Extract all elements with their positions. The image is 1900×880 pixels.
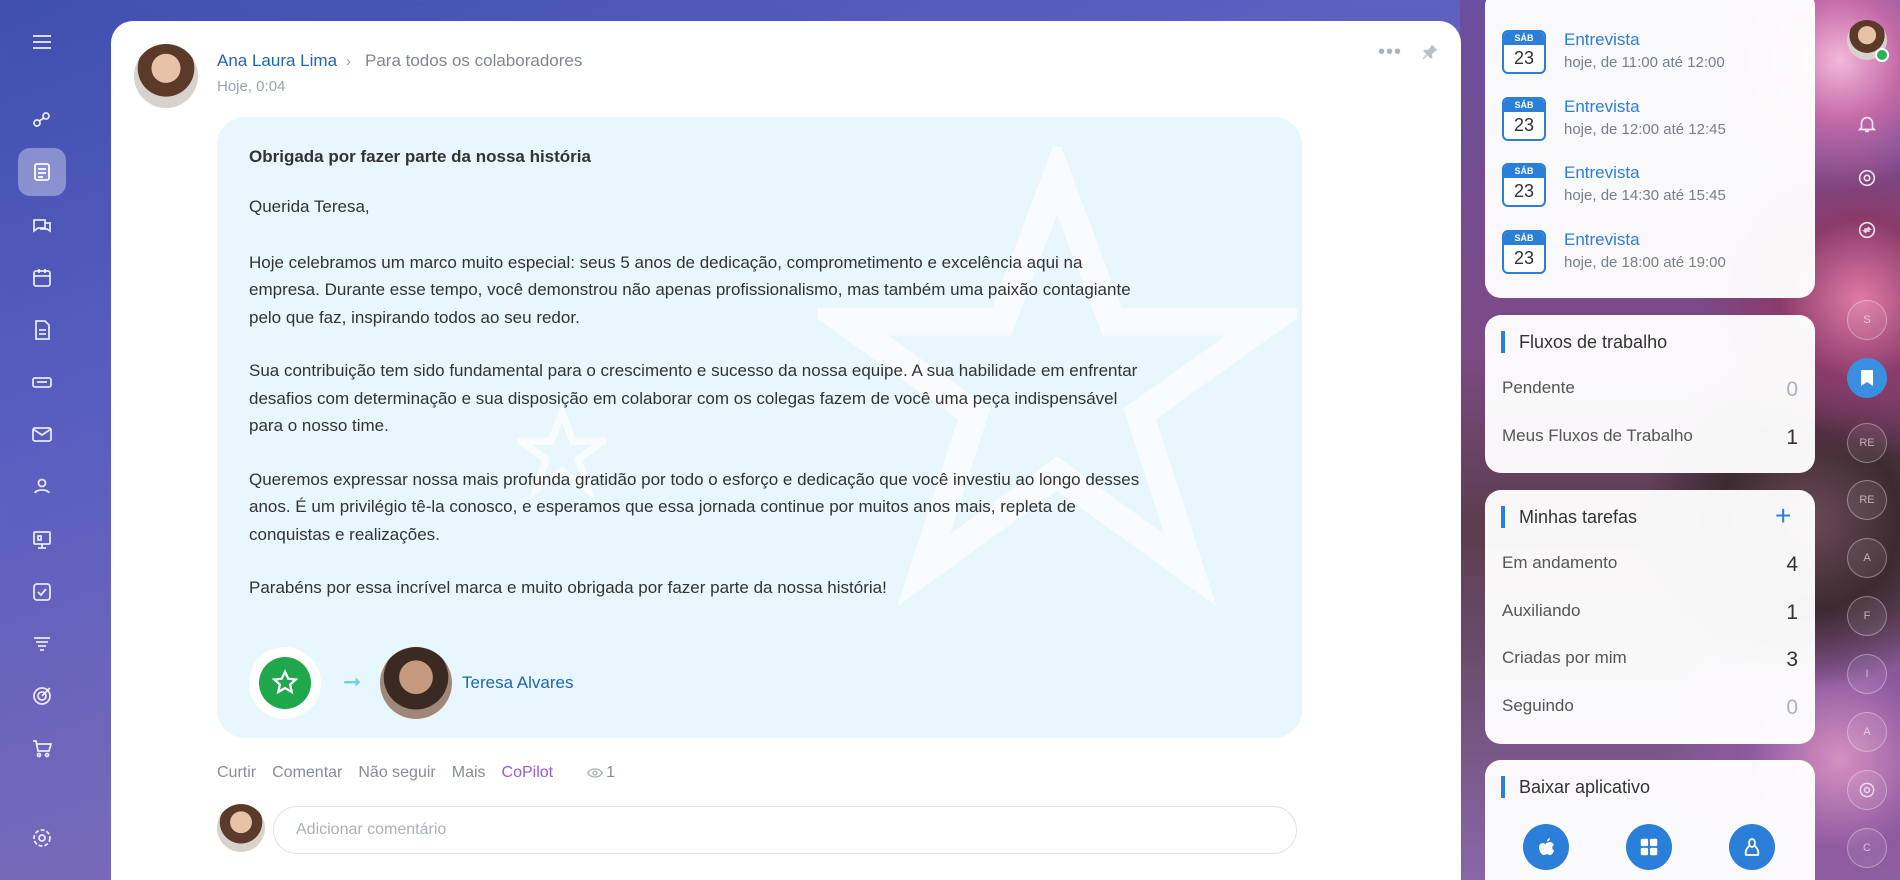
recent-chat[interactable]: I [1847, 654, 1887, 694]
recent-chat[interactable]: A [1847, 712, 1887, 752]
tasks-icon[interactable] [18, 568, 66, 616]
activity-icon[interactable] [1847, 158, 1887, 198]
message-paragraph: Parabéns por essa incrível marca e muito… [249, 578, 887, 597]
download-panel: Baixar aplicativo [1485, 760, 1815, 880]
event-time: hoje, de 11:00 até 12:00 [1564, 54, 1725, 71]
recent-chat[interactable]: A [1847, 538, 1887, 578]
filter-icon[interactable] [18, 620, 66, 668]
views-count: 1 [587, 764, 615, 782]
recent-chat[interactable]: F [1847, 596, 1887, 636]
comment-button[interactable]: Comentar [272, 764, 342, 782]
author-name[interactable]: Ana Laura Lima [217, 51, 337, 71]
tasks-panel: Minhas tarefas + Em andamento 4 Auxiliand… [1485, 490, 1815, 744]
task-row[interactable]: Criadas por mim 3 [1502, 648, 1798, 672]
online-status-icon [1875, 48, 1889, 62]
apple-icon[interactable] [1523, 824, 1569, 870]
sync-chat-icon[interactable] [1847, 210, 1887, 250]
task-row[interactable]: Auxiliando 1 [1502, 601, 1798, 625]
pin-icon[interactable] [1420, 41, 1440, 63]
message-title: Obrigada por fazer parte da nossa histór… [249, 147, 591, 166]
download-title: Baixar aplicativo [1501, 776, 1650, 798]
calendar-date-icon: SÁB 23 [1502, 97, 1546, 141]
eye-icon [587, 768, 604, 778]
recent-chat[interactable]: RE [1847, 480, 1887, 520]
more-options-icon[interactable]: ••• [1378, 41, 1402, 64]
document-icon[interactable] [18, 306, 66, 354]
like-button[interactable]: Curtir [217, 764, 256, 782]
drive-icon[interactable] [18, 358, 66, 406]
tasks-title[interactable]: Minhas tarefas [1501, 506, 1637, 528]
task-row[interactable]: Em andamento 4 [1502, 553, 1798, 577]
menu-icon[interactable] [18, 18, 66, 66]
bookmark-icon[interactable] [1847, 358, 1887, 398]
message-body: Querida Teresa, Hoje celebramos um marco… [249, 193, 1149, 628]
message-paragraph: Queremos expressar nossa mais profunda g… [249, 469, 1140, 544]
chevron-right-icon: › [346, 53, 351, 70]
recent-chat[interactable]: C [1847, 828, 1887, 868]
calendar-date-icon: SÁB 23 [1502, 163, 1546, 207]
right-bar: S RE RE A F I A C [1833, 0, 1900, 880]
comment-input[interactable]: Adicionar comentário [273, 806, 1297, 854]
bell-icon[interactable] [1847, 104, 1887, 144]
more-button[interactable]: Mais [452, 764, 486, 782]
recipient-name[interactable]: Teresa Alvares [462, 673, 574, 693]
message-box: Obrigada por fazer parte da nossa histór… [217, 117, 1302, 738]
board-icon[interactable] [18, 516, 66, 564]
message-paragraph: Sua contribuição tem sido fundamental pa… [249, 361, 1138, 435]
event-time: hoje, de 14:30 até 15:45 [1564, 187, 1726, 204]
workflow-row[interactable]: Pendente 0 [1502, 378, 1798, 402]
collab-icon[interactable] [18, 96, 66, 144]
event-title[interactable]: Entrevista [1564, 230, 1640, 250]
calendar-date-icon: SÁB 23 [1502, 230, 1546, 274]
unfollow-button[interactable]: Não seguir [358, 764, 435, 782]
workflows-panel: Fluxos de trabalho Pendente 0 Meus Fluxos… [1485, 315, 1815, 473]
events-panel: SÁB 23 Entrevista hoje, de 11:00 até 12:0… [1485, 0, 1815, 298]
event-title[interactable]: Entrevista [1564, 163, 1640, 183]
linux-icon[interactable] [1729, 824, 1775, 870]
event-time: hoje, de 12:00 até 12:45 [1564, 121, 1726, 138]
recent-chat[interactable]: RE [1847, 423, 1887, 463]
settings-icon[interactable] [18, 814, 66, 862]
recent-chat[interactable]: S [1847, 300, 1887, 340]
workflows-title[interactable]: Fluxos de trabalho [1501, 331, 1667, 353]
mail-icon[interactable] [18, 410, 66, 458]
message-greeting: Querida Teresa, [249, 197, 370, 216]
left-nav [0, 0, 84, 880]
feed-icon[interactable] [18, 148, 66, 196]
task-row[interactable]: Seguindo 0 [1502, 696, 1798, 720]
event-title[interactable]: Entrevista [1564, 97, 1640, 117]
copilot-button[interactable]: CoPilot [502, 764, 554, 782]
arrow-right-icon: ➞ [343, 669, 362, 694]
post-actions: Curtir Comentar Não seguir Mais CoPilot … [217, 764, 615, 782]
workflow-row[interactable]: Meus Fluxos de Trabalho 1 [1502, 426, 1798, 450]
event-title[interactable]: Entrevista [1564, 30, 1640, 50]
appreciation-badge [249, 647, 321, 719]
post-audience[interactable]: Para todos os colaboradores [365, 51, 582, 71]
current-user-avatar [217, 804, 265, 852]
post-time: Hoje, 0:04 [217, 78, 286, 95]
target-icon[interactable] [18, 672, 66, 720]
calendar-date-icon: SÁB 23 [1502, 30, 1546, 74]
post-card: Ana Laura Lima › Para todos os colaborad… [111, 21, 1461, 880]
contacts-icon[interactable] [18, 462, 66, 510]
cart-icon[interactable] [18, 724, 66, 772]
star-icon [271, 669, 299, 695]
event-time: hoje, de 18:00 até 19:00 [1564, 254, 1726, 271]
add-task-button[interactable]: + [1775, 500, 1791, 532]
message-paragraph: Hoje celebramos um marco muito especial:… [249, 252, 1131, 327]
windows-icon[interactable] [1626, 824, 1672, 870]
calendar-icon[interactable] [18, 254, 66, 302]
recipient-avatar[interactable] [380, 647, 452, 719]
author-avatar[interactable] [134, 44, 198, 108]
target-chat-icon[interactable] [1847, 770, 1887, 810]
chat-icon[interactable] [18, 202, 66, 250]
